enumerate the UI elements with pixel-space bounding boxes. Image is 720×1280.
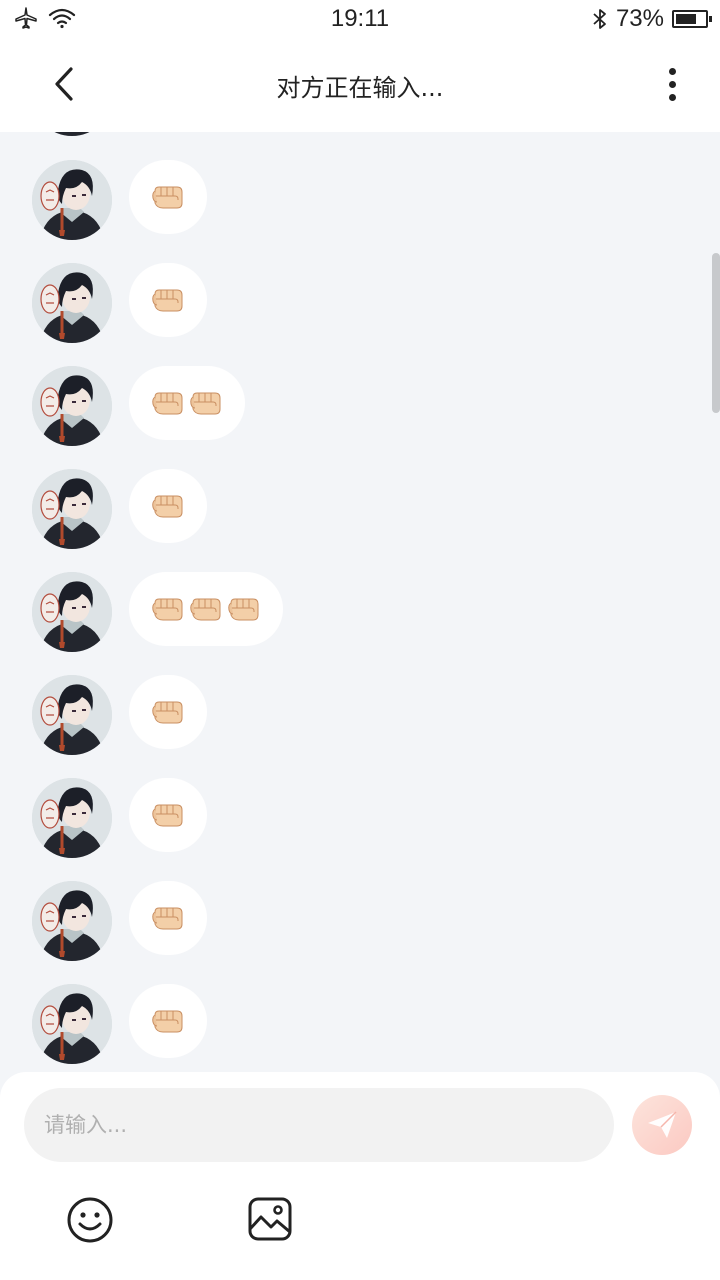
fist-emoji-icon: [152, 495, 183, 518]
image-icon: [248, 1197, 292, 1241]
avatar-image: [32, 469, 112, 549]
avatar[interactable]: [32, 263, 112, 343]
battery-icon: [672, 10, 712, 28]
emoji-button[interactable]: [66, 1196, 114, 1244]
composer: [0, 1072, 720, 1280]
chat-header: 对方正在输入...: [0, 38, 720, 132]
message-bubble[interactable]: [129, 469, 207, 543]
avatar-image: [32, 366, 112, 446]
fist-emoji-icon: [152, 186, 183, 209]
message-row: [0, 984, 720, 1068]
avatar[interactable]: [32, 984, 112, 1064]
avatar[interactable]: [32, 778, 112, 858]
fist-emoji-icon: [152, 598, 183, 621]
fist-emoji-icon: [152, 392, 183, 415]
battery-fill: [676, 14, 696, 24]
message-row: [0, 160, 720, 244]
chevron-left-icon: [55, 67, 73, 101]
message-bubble[interactable]: [129, 675, 207, 749]
avatar-image: [32, 160, 112, 240]
status-right: 73%: [592, 5, 712, 33]
more-options-button[interactable]: [652, 60, 692, 108]
message-row-partial: [0, 132, 720, 140]
message-row: [0, 572, 720, 656]
avatar[interactable]: [32, 675, 112, 755]
avatar-image: [32, 132, 112, 136]
avatar[interactable]: [32, 881, 112, 961]
message-bubble[interactable]: [129, 366, 245, 440]
avatar-image: [32, 263, 112, 343]
fist-emoji-icon: [152, 804, 183, 827]
message-row: [0, 881, 720, 965]
avatar-image: [32, 675, 112, 755]
avatar[interactable]: [32, 366, 112, 446]
battery-percent: 73%: [615, 5, 664, 32]
message-row: [0, 778, 720, 862]
message-row: [0, 366, 720, 450]
bluetooth-icon: [593, 9, 606, 29]
more-dot: [668, 80, 676, 88]
avatar[interactable]: [32, 132, 112, 136]
avatar-image: [32, 778, 112, 858]
fist-emoji-icon: [190, 392, 221, 415]
message-row: [0, 469, 720, 553]
page-title: 对方正在输入...: [276, 74, 444, 102]
send-icon: [648, 1111, 677, 1138]
image-button[interactable]: [247, 1196, 293, 1242]
more-dot: [668, 93, 676, 101]
message-input[interactable]: [24, 1088, 614, 1162]
message-row: [0, 675, 720, 759]
avatar[interactable]: [32, 572, 112, 652]
message-bubble[interactable]: [129, 778, 207, 852]
message-bubble[interactable]: [129, 572, 283, 646]
fist-emoji-icon: [152, 1010, 183, 1033]
fist-emoji-icon: [228, 598, 259, 621]
fist-emoji-icon: [152, 701, 183, 724]
send-button[interactable]: [632, 1095, 692, 1155]
fist-emoji-icon: [152, 289, 183, 312]
message-list[interactable]: [0, 132, 720, 1072]
avatar-image: [32, 881, 112, 961]
scrollbar[interactable]: [712, 253, 720, 413]
avatar-image: [32, 984, 112, 1064]
avatar-image: [32, 572, 112, 652]
smiley-icon: [67, 1197, 113, 1243]
fist-emoji-icon: [190, 598, 221, 621]
message-bubble[interactable]: [129, 881, 207, 955]
status-bar: 19:11 73%: [0, 0, 720, 38]
message-bubble[interactable]: [129, 263, 207, 337]
fist-emoji-icon: [152, 907, 183, 930]
message-bubble[interactable]: [129, 160, 207, 234]
back-button[interactable]: [40, 60, 88, 108]
avatar[interactable]: [32, 469, 112, 549]
more-vertical-icon: [668, 67, 676, 75]
message-bubble[interactable]: [129, 984, 207, 1058]
message-row: [0, 263, 720, 347]
avatar[interactable]: [32, 160, 112, 240]
